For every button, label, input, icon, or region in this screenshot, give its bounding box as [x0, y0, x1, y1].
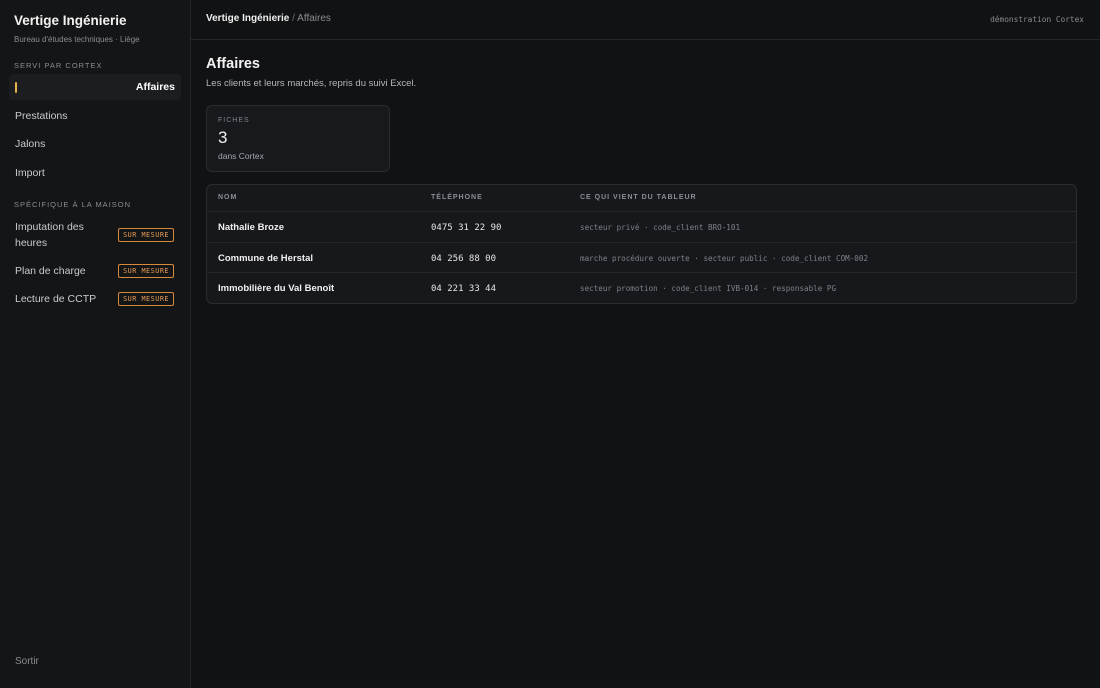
table-header: NOM TÉLÉPHONE CE QUI VIENT DU TABLEUR	[207, 185, 1076, 212]
sidebar-item-affaires[interactable]: Affaires	[9, 74, 181, 100]
table-row[interactable]: Nathalie Broze 0475 31 22 90 secteur pri…	[207, 212, 1076, 243]
cell-meta: marche procédure ouverte · secteur publi…	[580, 253, 869, 263]
cell-phone: 0475 31 22 90	[431, 223, 502, 233]
main-content: Vertige Ingénierie / Affaires démonstrat…	[191, 0, 1100, 688]
stat-label: FICHES	[218, 117, 250, 124]
custom-badge: SUR MESURE	[118, 264, 174, 278]
sidebar-item-label: Lecture de CCTP	[15, 293, 97, 305]
sidebar-item-label: Jalons	[15, 138, 46, 150]
cell-name: Nathalie Broze	[218, 222, 284, 233]
sidebar-item-label: Prestations	[15, 110, 68, 122]
breadcrumb-current: Affaires	[297, 13, 331, 24]
stat-card-fiches: FICHES 3 dans Cortex	[206, 105, 390, 172]
breadcrumb: Vertige Ingénierie / Affaires	[206, 13, 331, 24]
stat-value: 3	[218, 128, 228, 147]
breadcrumb-root[interactable]: Vertige Ingénierie	[206, 13, 289, 24]
stat-caption: dans Cortex	[218, 151, 264, 161]
section-label-cortex: SERVI PAR CORTEX	[14, 61, 103, 70]
cell-name: Commune de Herstal	[218, 252, 314, 264]
active-indicator	[15, 82, 17, 93]
column-header-nom: NOM	[218, 194, 238, 201]
sidebar-item-plan-de-charge[interactable]: Plan de charge SUR MESURE	[9, 263, 181, 281]
breadcrumb-separator: /	[289, 13, 298, 24]
sidebar-item-label: Import	[15, 167, 45, 179]
logout-link[interactable]: Sortir	[15, 656, 39, 667]
affaires-table: NOM TÉLÉPHONE CE QUI VIENT DU TABLEUR Na…	[206, 184, 1077, 304]
sidebar-item-label-line1: Imputation des	[15, 221, 84, 233]
topbar: Vertige Ingénierie / Affaires démonstrat…	[191, 0, 1100, 40]
sidebar-item-imputation[interactable]: Imputation des heures SUR MESURE	[9, 219, 181, 251]
column-header-tableur: CE QUI VIENT DU TABLEUR	[580, 194, 697, 201]
cell-name: Immobilière du Val Benoît	[218, 283, 335, 294]
cell-phone: 04 256 88 00	[431, 253, 497, 264]
brand-title: Vertige Ingénierie	[14, 13, 127, 28]
section-label-custom: SPÉCIFIQUE À LA MAISON	[14, 200, 132, 209]
sidebar-item-lecture-cctp[interactable]: Lecture de CCTP SUR MESURE	[9, 291, 181, 309]
sidebar: Vertige Ingénierie Bureau d'études techn…	[0, 0, 191, 688]
custom-badge: SUR MESURE	[118, 228, 174, 242]
sidebar-item-prestations[interactable]: Prestations	[9, 108, 181, 124]
cell-phone: 04 221 33 44	[431, 284, 497, 294]
table-row[interactable]: Immobilière du Val Benoît 04 221 33 44 s…	[207, 273, 1076, 303]
table-row[interactable]: Commune de Herstal 04 256 88 00 marche p…	[207, 243, 1076, 273]
sidebar-item-label: Affaires	[135, 81, 175, 93]
app: Vertige Ingénierie Bureau d'études techn…	[0, 0, 1100, 688]
column-header-telephone: TÉLÉPHONE	[431, 194, 483, 201]
cell-meta: secteur promotion · code_client IVB-014 …	[580, 284, 837, 293]
cell-meta: secteur privé · code_client BRO-101	[580, 223, 741, 232]
sidebar-item-jalons[interactable]: Jalons	[9, 136, 181, 152]
page-title: Affaires	[206, 56, 260, 72]
demo-label: démonstration Cortex	[990, 15, 1084, 24]
page-subtitle: Les clients et leurs marchés, repris du …	[206, 78, 417, 89]
custom-badge: SUR MESURE	[118, 292, 174, 306]
sidebar-item-label: Imputation des heures	[15, 219, 84, 251]
sidebar-item-label: Plan de charge	[15, 265, 86, 277]
sidebar-item-label-line2: heures	[15, 237, 48, 249]
brand-subtitle: Bureau d'études techniques · Liège	[14, 35, 140, 44]
sidebar-item-import[interactable]: Import	[9, 165, 181, 181]
